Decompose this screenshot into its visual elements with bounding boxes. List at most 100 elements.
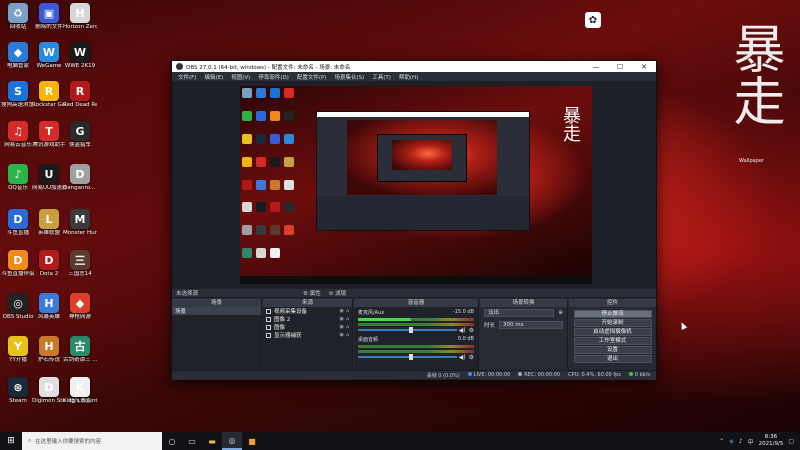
desktop-icon[interactable]: H 风暴英雄 (33, 293, 65, 321)
eye-icon[interactable]: ◉ (339, 332, 343, 338)
menu-item[interactable]: 场景集合(S) (334, 73, 364, 81)
control-button[interactable]: 退出 (573, 355, 652, 363)
duration-input[interactable]: 300 ms (499, 321, 563, 329)
desktop-icon-label: 侠盗猎车 (68, 142, 91, 148)
eye-icon[interactable]: ◉ (339, 308, 343, 314)
file-explorer-icon[interactable]: ▬ (202, 432, 222, 450)
desktop-icon[interactable]: ◆ 神枪网游 (64, 293, 96, 321)
volume-slider-handle[interactable] (408, 327, 413, 333)
desktop-icon[interactable]: S搜狗高速浏览器 (1, 81, 35, 109)
desktop-icon[interactable]: ⊛ Steam (2, 377, 34, 405)
control-button[interactable]: 启动虚拟摄像机 (573, 328, 652, 336)
desktop-icon[interactable]: ♪ QQ音乐 (2, 164, 34, 192)
source-item[interactable]: 图像 ◉ ⌂ (263, 323, 352, 331)
lock-icon[interactable]: ⌂ (346, 316, 349, 322)
desktop-icon[interactable]: W WWE 2K19 (64, 42, 96, 70)
cat-icon[interactable]: ✿ (585, 12, 601, 28)
desktop-icon[interactable]: D 斗鱼直播伴侣 (1, 250, 35, 278)
eye-icon[interactable]: ◉ (339, 316, 343, 322)
eye-icon[interactable]: ◉ (339, 324, 343, 330)
desktop-icon[interactable]: G 侠盗猎车 (64, 121, 96, 149)
transition-select[interactable]: 淡出 (484, 309, 555, 317)
menu-item[interactable]: 工具(T) (372, 73, 391, 81)
desktop-icon[interactable]: ◆ 电脑管家 (2, 42, 34, 70)
scene-item[interactable]: 场景 (172, 307, 261, 315)
properties-button[interactable]: ⚙ 属性 (303, 289, 321, 297)
source-type-icon (266, 324, 271, 330)
desktop-icon-label: 英雄联盟 (37, 230, 60, 236)
desktop-icon[interactable]: U 网易UU加速器 (32, 164, 66, 192)
desktop-icon[interactable]: RRed Dead Redempti... (63, 81, 97, 109)
menu-item[interactable]: 配置文件(P) (297, 73, 327, 81)
menu-item[interactable]: 文件(F) (178, 73, 196, 81)
task-view-icon[interactable]: ▭ (182, 432, 202, 450)
speaker-icon[interactable]: ◀) (459, 354, 466, 361)
source-item[interactable]: 显示器捕获 ◉ ⌂ (263, 331, 352, 339)
source-item[interactable]: 视频采集设备 ◉ ⌂ (263, 307, 352, 315)
desktop-icon[interactable]: 三三国志14 (64, 250, 96, 278)
desktop-icon[interactable]: W WeGame (33, 42, 65, 70)
windows-start-icon[interactable]: ⊞ (0, 432, 22, 450)
control-button[interactable]: 开始录制 (573, 319, 652, 327)
desktop-icon[interactable]: MMonster Hunter... (63, 209, 97, 237)
shield-icon[interactable]: ◈ (729, 438, 734, 445)
control-button[interactable]: 工作室模式 (573, 337, 652, 345)
gear-icon[interactable]: ⚙ (469, 354, 474, 361)
source-item[interactable]: 图像 2 ◉ ⌂ (263, 315, 352, 323)
volume-slider-handle[interactable] (408, 354, 413, 360)
volume-meter (358, 318, 474, 321)
dropped-frames: 丢帧 0 (0.0%) (426, 372, 460, 379)
desktop-icon-label: 古剑奇谭三 ... (63, 357, 97, 363)
menu-item[interactable]: 帮助(H) (399, 73, 418, 81)
desktop-icon[interactable]: L 英雄联盟 (33, 209, 65, 237)
filters-button[interactable]: ⊜ 滤镜 (329, 289, 346, 297)
lock-icon[interactable]: ⌂ (346, 324, 349, 330)
desktop-icon-label: 删除的文件 (35, 24, 63, 30)
desktop-icon-label: QQ音乐 (8, 185, 28, 191)
desktop-icon[interactable]: DDigimon Story Cyb... (32, 377, 66, 405)
lock-icon[interactable]: ⌂ (346, 308, 349, 314)
desktop-icon[interactable]: ♫ 网易云音乐 (2, 121, 34, 149)
obs-preview[interactable]: 暴走 (172, 81, 656, 289)
desktop-icon[interactable]: ◎ OBS Studio (2, 293, 34, 321)
taskbar-search[interactable]: ⌕ 在这里输入你要搜索的内容 (22, 432, 162, 450)
desktop-icon[interactable]: HHorizon Zero Dawn (63, 3, 97, 31)
desktop-icon[interactable]: DDanganro... Trigger H... (63, 164, 97, 192)
preview-canvas[interactable]: 暴走 (240, 86, 592, 284)
desktop-icon[interactable]: 古古剑奇谭三 ... (63, 336, 97, 364)
network-icon[interactable]: ⌃ (719, 438, 724, 445)
taskbar-clock[interactable]: 8:36 2021/9/5 (759, 434, 784, 448)
desktop-icon[interactable]: ▣ 删除的文件 (33, 3, 65, 31)
speaker-icon[interactable]: ◀) (459, 327, 466, 334)
desktop-icon[interactable]: D 斗鱼直播 (2, 209, 34, 237)
desktop-icon[interactable]: D Dota 2 (33, 250, 65, 278)
minimize-icon[interactable]: — (584, 63, 608, 71)
uu-icon: U (39, 164, 59, 184)
desktop-icon[interactable]: KKing's Bounty II (63, 377, 97, 405)
lock-icon[interactable]: ⌂ (346, 332, 349, 338)
control-button[interactable]: 停止推流 (573, 310, 652, 318)
desktop-icon[interactable]: Y YY开播 (2, 336, 34, 364)
menu-item[interactable]: 停靠部件(D) (258, 73, 289, 81)
volume-slider[interactable] (358, 329, 457, 331)
notification-icon[interactable]: ▢ (788, 438, 794, 445)
gear-icon[interactable]: ⚙ (469, 327, 474, 334)
maximize-icon[interactable]: ☐ (608, 63, 632, 71)
desktop-icon[interactable]: T 腾讯游戏助手 (32, 121, 66, 149)
menu-item[interactable]: 编辑(E) (204, 73, 223, 81)
control-button[interactable]: 设置 (573, 346, 652, 354)
obs-titlebar[interactable]: OBS 27.0.1 (64-bit, windows) - 配置文件: 未命名… (172, 61, 656, 72)
ime-icon[interactable]: 中 (748, 437, 754, 446)
volume-slider[interactable] (358, 356, 457, 358)
close-icon[interactable]: ✕ (632, 63, 656, 71)
add-icon[interactable]: ⊕ (558, 310, 563, 316)
desktop-icon[interactable]: RRockstar Games... (32, 81, 66, 109)
menu-item[interactable]: 视图(V) (231, 73, 250, 81)
obs-taskbar-icon[interactable]: ◎ (222, 432, 242, 450)
desktop-icon[interactable]: H 炉石传说 (33, 336, 65, 364)
desktop-icon[interactable]: ♻ 回收站 (2, 3, 34, 31)
tencent-icon: T (39, 121, 59, 141)
store-icon[interactable]: ■ (242, 432, 262, 450)
volume-icon[interactable]: ♪ (739, 438, 743, 445)
cortana-icon[interactable]: ○ (162, 432, 182, 450)
